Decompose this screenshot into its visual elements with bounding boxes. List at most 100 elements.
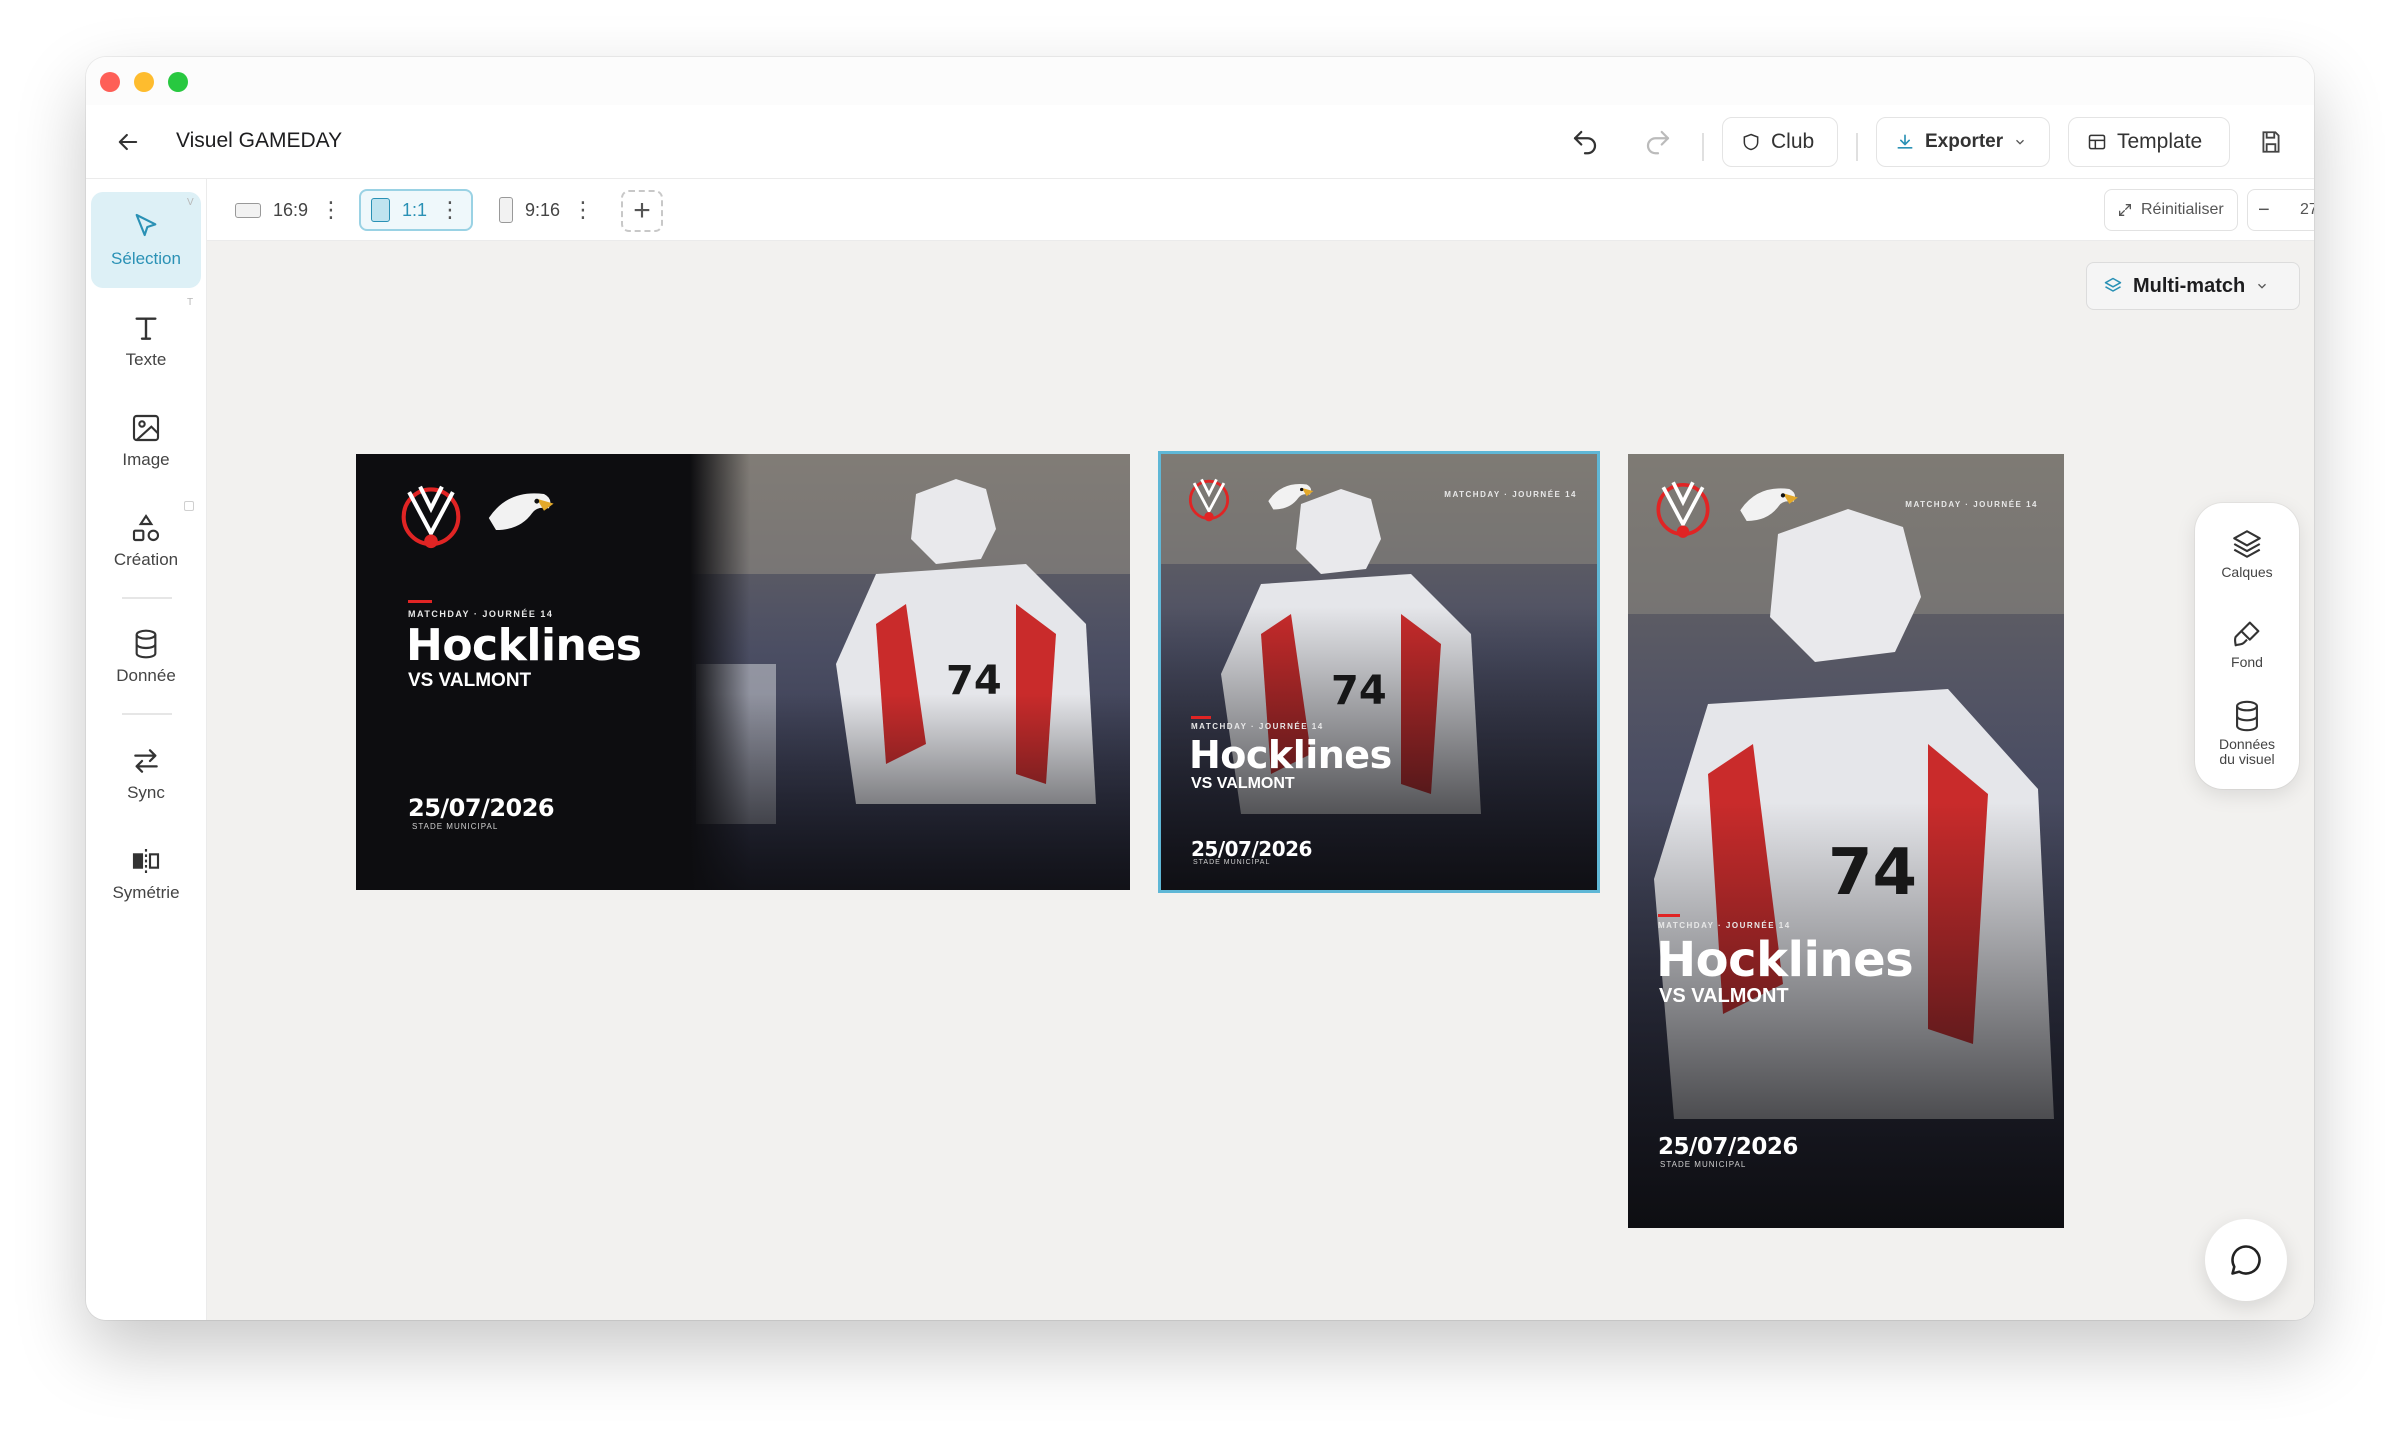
matchday-label: MATCHDAY · JOURNÉE 14 [1444,490,1577,499]
more-options-icon[interactable]: ⋮ [572,199,594,221]
format-label: 1:1 [401,199,427,220]
format-toolbar: 16:9 ⋮ 1:1 ⋮ 9:16 ⋮ + Réinitialiser − 27… [207,179,2314,241]
visual-1-1[interactable]: 74 MATCHDAY · JOURNÉE 14 MATCHDAY · JOUR… [1158,451,1600,893]
export-label: Exporter [1925,131,2004,152]
venue-label: STADE MUNICIPAL [1660,1160,1747,1169]
team-name: Hocklines [1189,733,1392,777]
tool-symmetry[interactable]: Symétrie [91,826,201,922]
opponent-label: VS VALMONT [1659,985,1789,1007]
save-icon[interactable] [2258,129,2284,155]
format-label: 16:9 [273,199,309,220]
more-options-icon[interactable]: ⋮ [439,199,461,221]
tool-label: Texte [125,350,167,369]
team-name: Hocklines [406,620,642,671]
venue-label: STADE MUNICIPAL [1193,859,1271,866]
multi-match-dropdown[interactable]: Multi-match [2086,262,2300,310]
matchday-label: MATCHDAY · JOURNÉE 14 [1191,722,1324,731]
tool-text[interactable]: Texte [91,293,201,389]
design-canvas[interactable]: Multi-match 74 [207,241,2314,1320]
panel-visual-data-button[interactable]: Données du visuel [2195,699,2299,766]
app-window: Visuel GAMEDAY Club Exporter Template Sé… [86,57,2314,1320]
eagle-logo-icon [1268,484,1314,510]
tool-image[interactable]: Image [91,393,201,489]
document-title[interactable]: Visuel GAMEDAY [176,129,342,153]
editor-header: Visuel GAMEDAY Club Exporter Template [86,105,2314,179]
eagle-logo-icon [1740,488,1798,521]
redo-icon[interactable] [1643,127,1673,157]
club-label: Club [1771,130,1815,153]
database-icon [2236,700,2258,732]
opponent-label: VS VALMONT [408,670,532,691]
download-icon [1897,134,1913,149]
square-icon [371,198,390,222]
tool-sync[interactable]: Sync [91,726,201,822]
template-label: Template [2117,130,2203,153]
shortcut-hint: V [187,197,194,208]
format-1-1[interactable]: 1:1 ⋮ [359,189,473,231]
export-button[interactable]: Exporter [1876,117,2050,167]
panel-label: Fond [2231,654,2263,670]
club-logo-icon [401,485,461,549]
chat-icon [2231,1245,2261,1275]
team-name: Hocklines [1656,932,1914,988]
template-icon [2088,134,2106,150]
undo-icon[interactable] [1570,127,1600,157]
shortcut-hint: T [187,297,194,308]
tool-label: Sélection [111,249,181,268]
minimize-window-button[interactable] [134,72,154,92]
chat-button[interactable] [2205,1219,2287,1301]
cursor-icon [135,213,157,237]
match-date: 25/07/2026 [408,794,555,822]
zoom-level[interactable]: 27% [2300,201,2314,219]
venue-label: STADE MUNICIPAL [412,822,499,831]
portrait-icon [499,197,513,223]
right-panel: Calques Fond Données du visuel [2195,503,2299,789]
tool-label: Création [113,550,179,569]
sidebar-divider [122,597,172,599]
format-label: 9:16 [525,199,561,220]
match-date: 25/07/2026 [1658,1134,1798,1160]
match-date: 25/07/2026 [1191,837,1312,861]
accent-bar [408,600,432,603]
matchday-label: MATCHDAY · JOURNÉE 14 [1905,500,2038,509]
tool-data[interactable]: Donnée [91,609,201,705]
accent-bar [1191,716,1211,719]
text-icon [135,317,157,340]
image-icon [132,414,160,442]
close-window-button[interactable] [100,72,120,92]
shield-icon [1743,133,1759,151]
zoom-out-button[interactable]: − [2258,199,2270,222]
visual-9-16[interactable]: 74 MATCHDAY · JOURNÉE 14 MATCHDAY · JOUR… [1628,454,2064,1228]
panel-layers-button[interactable]: Calques [2195,527,2299,580]
matchday-label: MATCHDAY · JOURNÉE 14 [408,609,554,619]
symmetry-icon [132,849,160,873]
multi-match-label: Multi-match [2133,274,2246,297]
opponent-label: VS VALMONT [1191,775,1295,792]
chevron-down-icon [2016,139,2025,145]
visual-16-9[interactable]: 74 MATCHDAY · JOURNÉE 14 Hocklines VS VA… [356,454,1130,890]
sidebar-divider [122,713,172,715]
panel-background-button[interactable]: Fond [2195,617,2299,670]
panel-label: Données du visuel [2218,736,2276,767]
expand-indicator [184,501,194,511]
zoom-window-button[interactable] [168,72,188,92]
landscape-icon [235,202,261,218]
format-16-9[interactable]: 16:9 ⋮ [225,189,352,231]
zoom-control: − 27% + [2247,189,2314,231]
format-9-16[interactable]: 9:16 ⋮ [489,189,604,231]
panel-label: Calques [2221,564,2273,580]
back-arrow-icon[interactable] [114,128,142,156]
database-icon [135,629,157,659]
club-button[interactable]: Club [1722,117,1838,167]
window-titlebar [86,57,2314,105]
layers-icon [2233,530,2261,558]
tool-label: Sync [127,783,165,802]
club-logo-icon [1656,481,1710,538]
tool-sidebar: Sélection V Texte T Image Création Donné… [86,179,207,1320]
shapes-icon [132,514,160,542]
tool-selection[interactable]: Sélection [91,192,201,288]
template-button[interactable]: Template [2068,117,2230,167]
reset-button[interactable]: Réinitialiser [2104,189,2238,231]
more-options-icon[interactable]: ⋮ [320,199,342,221]
add-format-button[interactable]: + [621,190,663,232]
